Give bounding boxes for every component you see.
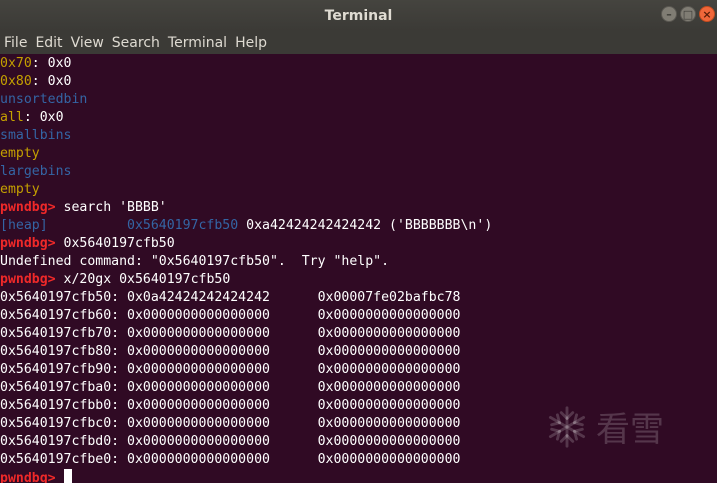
terminal-line: pwndbg> 0x5640197cfb50 bbox=[0, 235, 717, 253]
terminal-text: unsortedbin bbox=[0, 92, 88, 107]
terminal-text: 0x70 bbox=[0, 56, 32, 71]
maximize-button[interactable]: □ bbox=[680, 6, 696, 22]
terminal-text: [heap] 0x5640197cfb50 bbox=[0, 218, 239, 233]
terminal-text: : 0x0 bbox=[31, 56, 72, 71]
terminal-line: 0x5640197cfb60: 0x0000000000000000 0x000… bbox=[0, 307, 717, 325]
terminal-line: 0x5640197cfb90: 0x0000000000000000 0x000… bbox=[0, 361, 717, 379]
terminal-text: 0x5640197cfb50 bbox=[63, 236, 175, 251]
prompt: pwndbg> bbox=[0, 272, 64, 287]
terminal-line: empty bbox=[0, 145, 717, 163]
terminal-line: [heap] 0x5640197cfb50 0xa42424242424242 … bbox=[0, 217, 717, 235]
terminal-line: all: 0x0 bbox=[0, 109, 717, 127]
terminal-line: 0x70: 0x0 bbox=[0, 55, 717, 73]
terminal-text: 0x5640197cfb80: 0x0000000000000000 0x000… bbox=[0, 344, 461, 359]
prompt: pwndbg> bbox=[0, 200, 64, 215]
terminal-text: 0x80 bbox=[0, 74, 32, 89]
terminal-text: empty bbox=[0, 146, 40, 161]
window-title: Terminal bbox=[324, 7, 393, 24]
terminal-text: 0x5640197cfbc0: 0x0000000000000000 0x000… bbox=[0, 416, 461, 431]
menu-view[interactable]: View bbox=[71, 35, 104, 51]
terminal-text: 0x5640197cfbb0: 0x0000000000000000 0x000… bbox=[0, 398, 461, 413]
minimize-button[interactable]: – bbox=[661, 6, 677, 22]
text-cursor bbox=[63, 469, 72, 483]
terminal-text: 0x5640197cfba0: 0x0000000000000000 0x000… bbox=[0, 380, 461, 395]
window-controls: – □ × bbox=[661, 6, 715, 22]
terminal-text: : 0x0 bbox=[23, 110, 64, 125]
terminal-line: pwndbg> x/20gx 0x5640197cfb50 bbox=[0, 271, 717, 289]
terminal-text: largebins bbox=[0, 164, 72, 179]
title-bar: Terminal – □ × bbox=[0, 0, 717, 31]
watermark: 看雪 bbox=[544, 402, 664, 451]
menu-edit[interactable]: Edit bbox=[35, 35, 62, 51]
terminal-text: empty bbox=[0, 182, 40, 197]
prompt: pwndbg> bbox=[0, 471, 64, 483]
terminal-line: 0x5640197cfb50: 0x0a42424242424242 0x000… bbox=[0, 289, 717, 307]
terminal-line: smallbins bbox=[0, 127, 717, 145]
terminal-line: largebins bbox=[0, 163, 717, 181]
snowflake-icon bbox=[548, 405, 586, 448]
terminal-text: 0x5640197cfbd0: 0x0000000000000000 0x000… bbox=[0, 434, 461, 449]
terminal-line: 0x5640197cfba0: 0x0000000000000000 0x000… bbox=[0, 379, 717, 397]
terminal-text: 0x5640197cfb90: 0x0000000000000000 0x000… bbox=[0, 362, 461, 377]
terminal-line: pwndbg> search 'BBBB' bbox=[0, 199, 717, 217]
terminal-text: all bbox=[0, 110, 24, 125]
terminal-text: 0xa42424242424242 ('BBBBBBB\n') bbox=[238, 218, 493, 233]
terminal-text: 0x5640197cfb60: 0x0000000000000000 0x000… bbox=[0, 308, 461, 323]
menu-help[interactable]: Help bbox=[235, 35, 267, 51]
terminal-text: search 'BBBB' bbox=[63, 200, 167, 215]
terminal-text: 0x5640197cfbe0: 0x0000000000000000 0x000… bbox=[0, 452, 461, 467]
terminal-line: pwndbg> bbox=[0, 469, 717, 483]
menu-bar: File Edit View Search Terminal Help bbox=[0, 31, 717, 54]
terminal-text: : 0x0 bbox=[31, 74, 72, 89]
terminal-line: 0x5640197cfbe0: 0x0000000000000000 0x000… bbox=[0, 451, 717, 469]
terminal-line: 0x5640197cfb70: 0x0000000000000000 0x000… bbox=[0, 325, 717, 343]
terminal-text: smallbins bbox=[0, 128, 72, 143]
terminal-text: x/20gx 0x5640197cfb50 bbox=[63, 272, 231, 287]
terminal-line: 0x5640197cfb80: 0x0000000000000000 0x000… bbox=[0, 343, 717, 361]
menu-file[interactable]: File bbox=[4, 35, 27, 51]
terminal-text: Undefined command: "0x5640197cfb50". Try… bbox=[0, 254, 390, 269]
prompt: pwndbg> bbox=[0, 236, 64, 251]
terminal-text: 0x5640197cfb50: 0x0a42424242424242 0x000… bbox=[0, 290, 461, 305]
terminal-line: unsortedbin bbox=[0, 91, 717, 109]
menu-search[interactable]: Search bbox=[112, 35, 160, 51]
terminal-line: 0x80: 0x0 bbox=[0, 73, 717, 91]
terminal-text: 0x5640197cfb70: 0x0000000000000000 0x000… bbox=[0, 326, 461, 341]
close-button[interactable]: × bbox=[699, 6, 715, 22]
terminal-line: Undefined command: "0x5640197cfb50". Try… bbox=[0, 253, 717, 271]
watermark-text: 看雪 bbox=[596, 410, 664, 450]
terminal-line: empty bbox=[0, 181, 717, 199]
menu-terminal[interactable]: Terminal bbox=[168, 35, 227, 51]
